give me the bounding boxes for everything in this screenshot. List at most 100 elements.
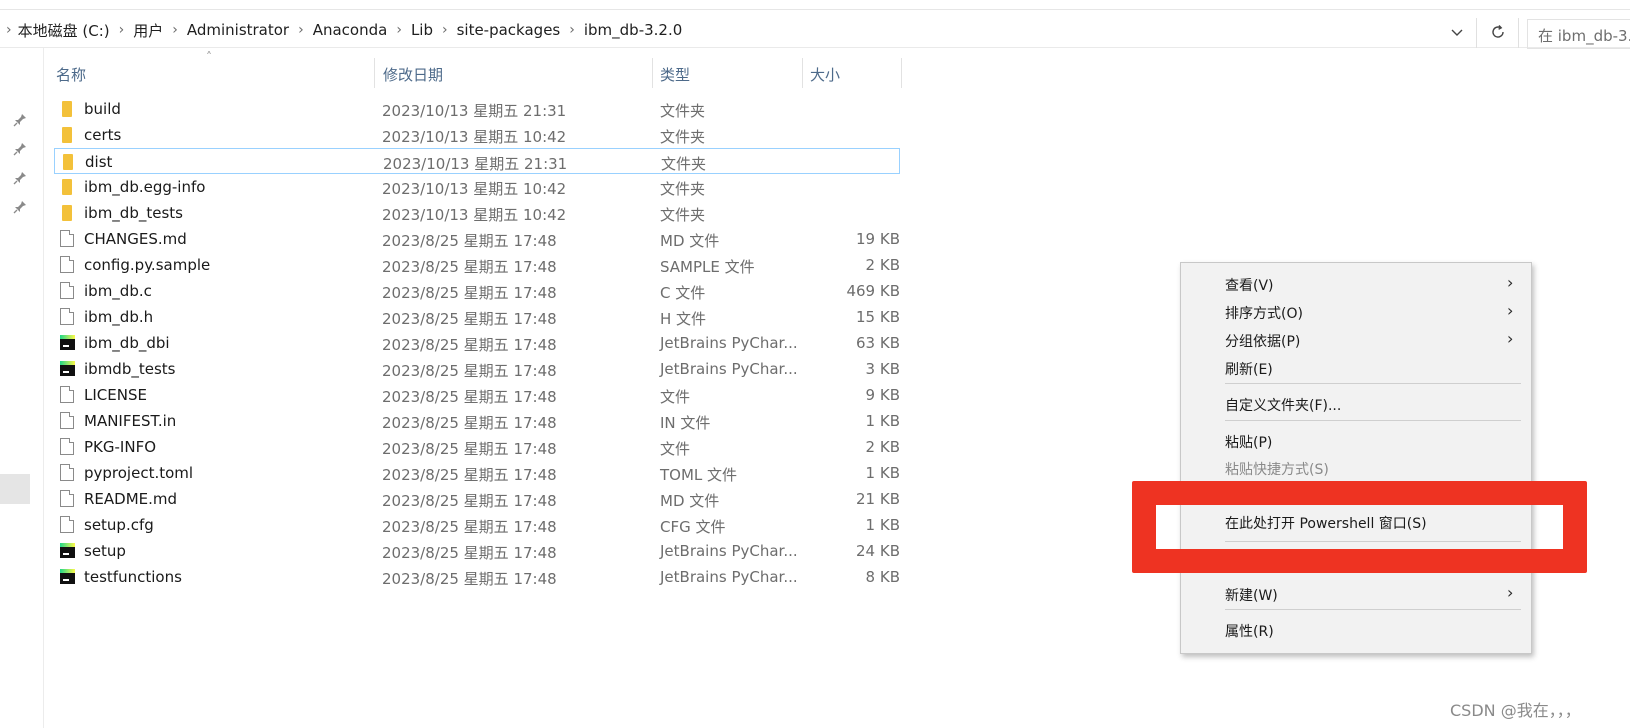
file-row[interactable]: README.md 2023/8/25 星期五 17:48 MD 文件 21 KB bbox=[54, 486, 900, 512]
menu-item-label: 自定义文件夹(F)... bbox=[1225, 398, 1342, 414]
chevron-right-icon: › bbox=[1507, 583, 1514, 602]
file-row[interactable]: config.py.sample 2023/8/25 星期五 17:48 SAMPL… bbox=[54, 252, 900, 278]
file-icon bbox=[60, 230, 74, 247]
menu-item-label: 刷新(E) bbox=[1225, 362, 1273, 378]
file-name: CHANGES.md bbox=[84, 230, 187, 248]
file-modified-date: 2023/10/13 星期五 10:42 bbox=[382, 180, 567, 198]
file-row[interactable]: ibm_db_tests 2023/10/13 星期五 10:42 文件夹 bbox=[54, 200, 900, 226]
search-input[interactable]: 在 ibm_db-3. bbox=[1527, 19, 1630, 49]
breadcrumb-chevron-icon[interactable]: › bbox=[396, 22, 402, 38]
breadcrumb-item-anaconda[interactable]: Anaconda bbox=[313, 21, 388, 39]
file-row[interactable]: setup.cfg 2023/8/25 星期五 17:48 CFG 文件 1 KB bbox=[54, 512, 900, 538]
file-modified-date: 2023/8/25 星期五 17:48 bbox=[382, 544, 557, 562]
column-header-type[interactable]: 类型 bbox=[660, 58, 800, 88]
file-modified-date: 2023/10/13 星期五 21:31 bbox=[382, 102, 567, 120]
chevron-down-icon bbox=[1451, 29, 1463, 36]
menu-item-label: 粘贴(P) bbox=[1225, 435, 1273, 451]
file-icon bbox=[60, 412, 74, 429]
file-icon bbox=[60, 516, 74, 533]
file-modified-date: 2023/8/25 星期五 17:48 bbox=[382, 414, 557, 432]
file-name: testfunctions bbox=[84, 568, 182, 586]
column-divider[interactable] bbox=[901, 58, 902, 88]
toolbar-divider bbox=[1476, 18, 1477, 48]
file-row[interactable]: pyproject.toml 2023/8/25 星期五 17:48 TOML 文件… bbox=[54, 460, 900, 486]
menu-item-paste[interactable]: 粘贴(P) bbox=[1181, 428, 1531, 454]
pin-icon[interactable] bbox=[12, 199, 28, 215]
file-icon bbox=[60, 256, 74, 273]
menu-item-customize-folder[interactable]: 自定义文件夹(F)... bbox=[1181, 391, 1531, 417]
breadcrumb-item-administrator[interactable]: Administrator bbox=[187, 21, 289, 39]
breadcrumb-item-lib[interactable]: Lib bbox=[411, 21, 433, 39]
breadcrumb-chevron-icon[interactable]: › bbox=[6, 22, 12, 38]
file-icon bbox=[60, 282, 74, 299]
file-row[interactable]: CHANGES.md 2023/8/25 星期五 17:48 MD 文件 19 KB bbox=[54, 226, 900, 252]
file-type: JetBrains PyChar... bbox=[660, 542, 798, 560]
file-modified-date: 2023/8/25 星期五 17:48 bbox=[382, 232, 557, 250]
file-type: SAMPLE 文件 bbox=[660, 258, 755, 276]
file-row[interactable]: MANIFEST.in 2023/8/25 星期五 17:48 IN 文件 1 KB bbox=[54, 408, 900, 434]
file-modified-date: 2023/8/25 星期五 17:48 bbox=[382, 388, 557, 406]
menu-item-paste-shortcut[interactable]: 粘贴快捷方式(S) bbox=[1181, 455, 1531, 481]
column-divider[interactable] bbox=[802, 58, 803, 88]
file-row[interactable]: ibmdb_tests 2023/8/25 星期五 17:48 JetBrains … bbox=[54, 356, 900, 382]
menu-item-properties[interactable]: 属性(R) bbox=[1181, 617, 1531, 643]
chevron-right-icon: › bbox=[1507, 301, 1514, 320]
column-header-size[interactable]: 大小 bbox=[810, 58, 900, 88]
file-name: ibm_db.h bbox=[84, 308, 154, 326]
menu-item-label: 粘贴快捷方式(S) bbox=[1225, 462, 1329, 478]
breadcrumb-item-current[interactable]: ibm_db-3.2.0 bbox=[584, 21, 682, 39]
file-row[interactable]: setup 2023/8/25 星期五 17:48 JetBrains PyChar… bbox=[54, 538, 900, 564]
menu-item-sort[interactable]: 排序方式(O) › bbox=[1181, 299, 1531, 325]
file-modified-date: 2023/8/25 星期五 17:48 bbox=[382, 310, 557, 328]
address-bar[interactable]: › 本地磁盘 (C:) › 用户 › Administrator › Anaco… bbox=[0, 10, 1630, 49]
file-row[interactable]: certs 2023/10/13 星期五 10:42 文件夹 bbox=[54, 122, 900, 148]
pin-icon[interactable] bbox=[12, 112, 28, 128]
nav-selected-item[interactable] bbox=[0, 474, 30, 504]
pin-icon[interactable] bbox=[12, 170, 28, 186]
file-modified-date: 2023/8/25 星期五 17:48 bbox=[382, 570, 557, 588]
file-icon bbox=[60, 490, 74, 507]
file-row[interactable]: ibm_db.c 2023/8/25 星期五 17:48 C 文件 469 KB bbox=[54, 278, 900, 304]
column-header-modified[interactable]: 修改日期 bbox=[383, 58, 653, 88]
file-row[interactable]: ibm_db_dbi 2023/8/25 星期五 17:48 JetBrains P… bbox=[54, 330, 900, 356]
file-icon bbox=[60, 308, 74, 325]
pycharm-icon bbox=[60, 335, 75, 350]
breadcrumb-chevron-icon[interactable]: › bbox=[119, 22, 125, 38]
refresh-button[interactable] bbox=[1484, 18, 1512, 46]
breadcrumb-item-site-packages[interactable]: site-packages bbox=[457, 21, 561, 39]
file-row[interactable]: LICENSE 2023/8/25 星期五 17:48 文件 9 KB bbox=[54, 382, 900, 408]
folder-icon bbox=[62, 205, 72, 221]
file-type: 文件 bbox=[660, 388, 691, 406]
breadcrumb-chevron-icon[interactable]: › bbox=[569, 22, 575, 38]
pin-icon[interactable] bbox=[12, 141, 28, 157]
file-name: config.py.sample bbox=[84, 256, 211, 274]
file-type: CFG 文件 bbox=[660, 518, 726, 536]
column-divider[interactable] bbox=[652, 58, 653, 88]
file-name: LICENSE bbox=[84, 386, 147, 404]
file-modified-date: 2023/8/25 星期五 17:48 bbox=[382, 518, 557, 536]
menu-item-refresh[interactable]: 刷新(E) bbox=[1181, 355, 1531, 381]
navigation-pane[interactable] bbox=[0, 48, 44, 728]
folder-icon bbox=[62, 127, 72, 143]
column-divider[interactable] bbox=[374, 58, 375, 88]
file-row[interactable]: PKG-INFO 2023/8/25 星期五 17:48 文件 2 KB bbox=[54, 434, 900, 460]
breadcrumb-chevron-icon[interactable]: › bbox=[172, 22, 178, 38]
breadcrumb-item-users[interactable]: 用户 bbox=[133, 20, 163, 41]
menu-item-view[interactable]: 查看(V) › bbox=[1181, 271, 1531, 297]
file-row[interactable]: ibm_db.egg-info 2023/10/13 星期五 10:42 文件夹 bbox=[54, 174, 900, 200]
breadcrumb-chevron-icon[interactable]: › bbox=[298, 22, 304, 38]
file-row[interactable]: ibm_db.h 2023/8/25 星期五 17:48 H 文件 15 KB bbox=[54, 304, 900, 330]
address-history-button[interactable] bbox=[1444, 20, 1470, 46]
menu-item-new[interactable]: 新建(W) › bbox=[1181, 581, 1531, 607]
file-type: 文件夹 bbox=[660, 102, 706, 120]
file-name: MANIFEST.in bbox=[84, 412, 177, 430]
file-type: C 文件 bbox=[660, 284, 706, 302]
file-size: 1 KB bbox=[865, 464, 900, 482]
file-row[interactable]: dist 2023/10/13 星期五 21:31 文件夹 bbox=[54, 148, 900, 174]
breadcrumb-chevron-icon[interactable]: › bbox=[442, 22, 448, 38]
menu-item-group-by[interactable]: 分组依据(P) › bbox=[1181, 327, 1531, 353]
file-row[interactable]: build 2023/10/13 星期五 21:31 文件夹 bbox=[54, 96, 900, 122]
column-header-name[interactable]: 名称 bbox=[56, 58, 374, 88]
breadcrumb-item-drive[interactable]: 本地磁盘 (C:) bbox=[18, 20, 110, 41]
file-row[interactable]: testfunctions 2023/8/25 星期五 17:48 JetBrain… bbox=[54, 564, 900, 590]
